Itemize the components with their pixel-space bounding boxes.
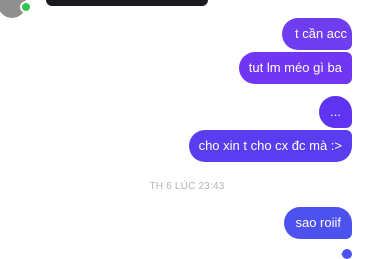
sent-message-5[interactable]: sao roiif: [284, 207, 352, 239]
seen-indicator: [342, 249, 352, 259]
contact-avatar[interactable]: [0, 0, 32, 18]
sent-message-2[interactable]: tut lm méo gì ba: [238, 52, 352, 84]
sent-message-3[interactable]: ...: [319, 96, 352, 128]
message-timestamp: TH 6 LÚC 23:43: [149, 181, 225, 192]
sent-message-4[interactable]: cho xin t cho cx đc mà :>: [188, 130, 352, 162]
shared-media-preview[interactable]: [46, 0, 208, 6]
online-status-indicator: [20, 1, 32, 13]
sent-message-1[interactable]: t cần acc: [282, 18, 352, 50]
